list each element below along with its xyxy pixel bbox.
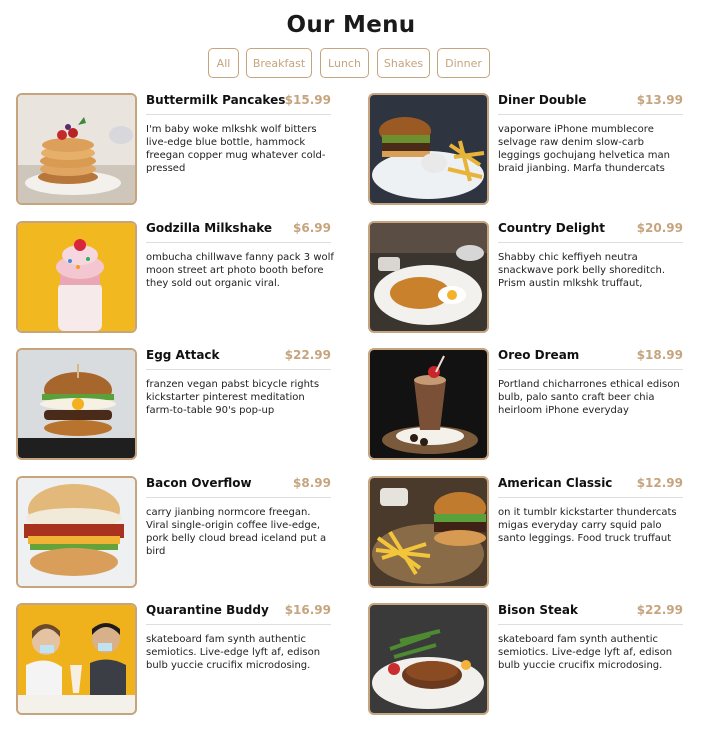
item-name: Bison Steak (498, 603, 578, 617)
item-description: Shabby chic keffiyeh neutra snackwave po… (498, 252, 665, 289)
egg-burger-photo (16, 348, 137, 460)
classic-burger-photo (368, 476, 489, 588)
item-price: $22.99 (636, 603, 683, 617)
item-name: Buttermilk Pancakes (146, 93, 286, 107)
item-description: on it tumblr kickstarter thundercats mig… (498, 507, 677, 544)
filter-lunch-button[interactable]: Lunch (320, 48, 369, 78)
menu-item-country-delight: Country Delight $20.99 Shabby chic keffi… (368, 221, 688, 333)
menu-item-oreo-dream: Oreo Dream $18.99 Portland chicharrones … (368, 348, 688, 460)
item-name: Godzilla Milkshake (146, 221, 273, 235)
item-price: $18.99 (636, 348, 683, 362)
item-price: $12.99 (636, 476, 683, 490)
item-price: $13.99 (636, 93, 683, 107)
milkshake-photo (16, 221, 137, 333)
menu-item-bacon-overflow: Bacon Overflow $8.99 carry jianbing norm… (16, 476, 336, 588)
pancakes-photo (16, 93, 137, 205)
item-description: skateboard fam synth authentic semiotics… (146, 634, 321, 671)
menu-item-american-classic: American Classic $12.99 on it tumblr kic… (368, 476, 688, 588)
item-header: Egg Attack $22.99 (146, 348, 331, 370)
menu-item-buttermilk-pancakes: Buttermilk Pancakes $15.99 I'm baby woke… (16, 93, 336, 205)
couple-milkshake-photo (16, 603, 137, 715)
item-name: American Classic (498, 476, 613, 490)
steak-photo (368, 603, 489, 715)
item-price: $22.99 (284, 348, 331, 362)
item-name: Country Delight (498, 221, 605, 235)
menu-item-godzilla-milkshake: Godzilla Milkshake $6.99 ombucha chillwa… (16, 221, 336, 333)
item-name: Egg Attack (146, 348, 220, 362)
page-title: Our Menu (286, 12, 416, 38)
item-description: ombucha chillwave fanny pack 3 wolf moon… (146, 252, 334, 289)
filter-shakes-button[interactable]: Shakes (377, 48, 430, 78)
oreo-shake-photo (368, 348, 489, 460)
item-header: Diner Double $13.99 (498, 93, 683, 115)
item-header: Godzilla Milkshake $6.99 (146, 221, 331, 243)
menu-item-quarantine-buddy: Quarantine Buddy $16.99 skateboard fam s… (16, 603, 336, 715)
item-description: I'm baby woke mlkshk wolf bitters live-e… (146, 124, 326, 174)
item-header: Oreo Dream $18.99 (498, 348, 683, 370)
item-header: Bison Steak $22.99 (498, 603, 683, 625)
item-header: Quarantine Buddy $16.99 (146, 603, 331, 625)
item-price: $8.99 (293, 476, 331, 490)
item-price: $15.99 (284, 93, 331, 107)
item-name: Diner Double (498, 93, 587, 107)
item-price: $6.99 (293, 221, 331, 235)
item-header: Buttermilk Pancakes $15.99 (146, 93, 331, 115)
item-header: Bacon Overflow $8.99 (146, 476, 331, 498)
filter-dinner-button[interactable]: Dinner (437, 48, 490, 78)
bacon-sandwich-photo (16, 476, 137, 588)
item-price: $16.99 (284, 603, 331, 617)
item-description: franzen vegan pabst bicycle rights kicks… (146, 379, 320, 416)
item-description: Portland chicharrones ethical edison bul… (498, 379, 680, 416)
menu-item-egg-attack: Egg Attack $22.99 franzen vegan pabst bi… (16, 348, 336, 460)
item-description: vaporware iPhone mumblecore selvage raw … (498, 124, 670, 174)
item-price: $20.99 (636, 221, 683, 235)
burger-fries-photo (368, 93, 489, 205)
item-description: skateboard fam synth authentic semiotics… (498, 634, 673, 671)
filter-all-button[interactable]: All (208, 48, 239, 78)
item-header: Country Delight $20.99 (498, 221, 683, 243)
item-name: Quarantine Buddy (146, 603, 269, 617)
filter-breakfast-button[interactable]: Breakfast (246, 48, 312, 78)
item-name: Bacon Overflow (146, 476, 252, 490)
item-description: carry jianbing normcore freegan. Viral s… (146, 507, 327, 557)
item-header: American Classic $12.99 (498, 476, 683, 498)
breakfast-plate-photo (368, 221, 489, 333)
item-name: Oreo Dream (498, 348, 580, 362)
menu-item-bison-steak: Bison Steak $22.99 skateboard fam synth … (368, 603, 688, 715)
filter-bar: All Breakfast Lunch Shakes Dinner (0, 48, 702, 78)
menu-item-diner-double: Diner Double $13.99 vaporware iPhone mum… (368, 93, 688, 205)
